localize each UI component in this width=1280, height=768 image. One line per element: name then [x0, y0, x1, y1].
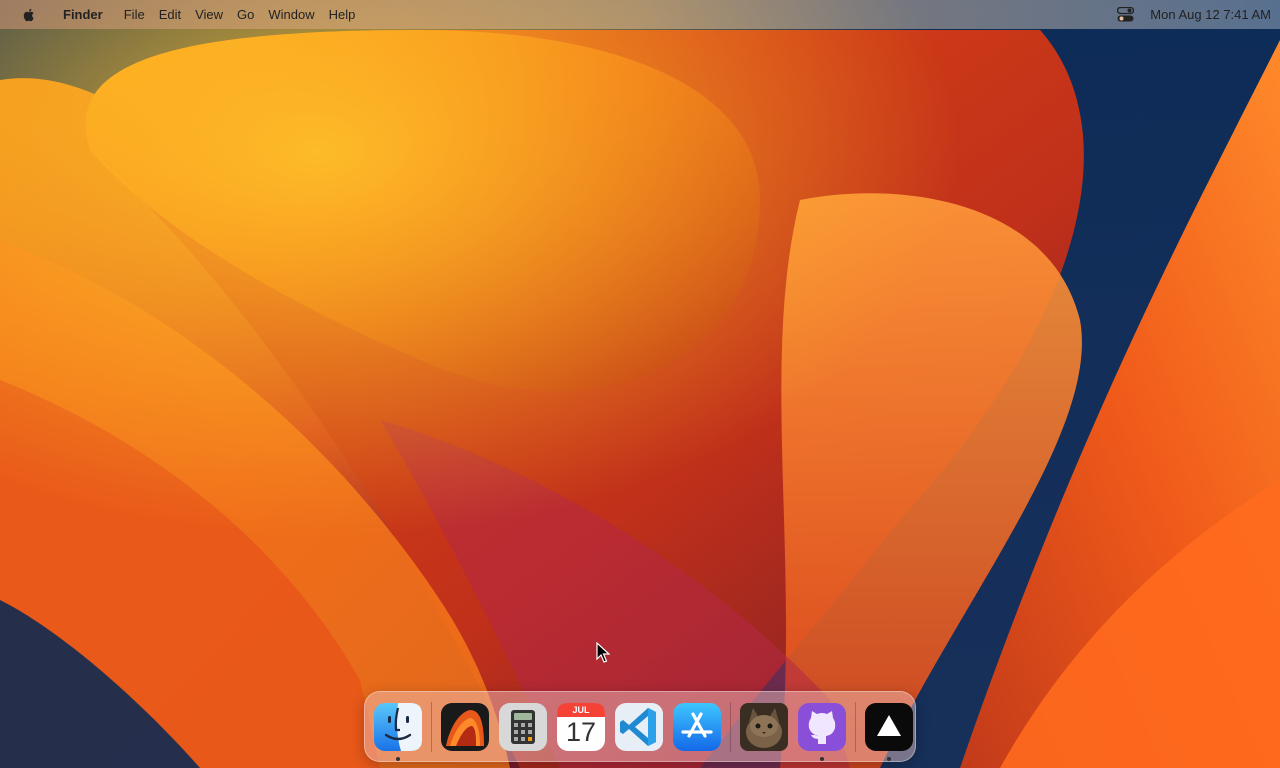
menu-view[interactable]: View — [195, 7, 223, 22]
dock: JUL 17 — [364, 691, 916, 762]
menu-bar: Finder File Edit View Go Window Help Mon… — [0, 0, 1280, 29]
dock-item-calculator[interactable] — [498, 702, 548, 752]
mouse-pointer-icon — [596, 642, 610, 663]
menu-app-name[interactable]: Finder — [63, 7, 103, 22]
dock-item-calendar[interactable]: JUL 17 — [556, 702, 606, 752]
triangle-app-icon — [865, 702, 913, 751]
dock-separator — [431, 701, 432, 752]
dock-item-triangle-app[interactable] — [864, 702, 914, 761]
calendar-month: JUL — [572, 704, 590, 715]
dock-separator — [730, 701, 731, 752]
ventura-icon — [441, 702, 489, 751]
cat-photo-icon — [740, 702, 788, 751]
dock-item-github[interactable] — [797, 702, 847, 761]
menu-help[interactable]: Help — [329, 7, 356, 22]
menu-file[interactable]: File — [124, 7, 145, 22]
calendar-day: 17 — [565, 716, 597, 747]
dock-separator — [855, 701, 856, 752]
menu-window[interactable]: Window — [268, 7, 314, 22]
github-icon — [798, 702, 846, 751]
running-indicator — [887, 756, 891, 761]
menu-bar-clock[interactable]: Mon Aug 12 7:41 AM — [1150, 7, 1271, 22]
dock-item-vscode[interactable] — [614, 702, 664, 752]
dock-item-cat-photo[interactable] — [739, 702, 789, 752]
menu-go[interactable]: Go — [237, 7, 254, 22]
finder-icon — [374, 702, 422, 751]
running-indicator — [396, 756, 400, 761]
menu-bar-status: Mon Aug 12 7:41 AM — [1117, 0, 1271, 29]
menu-edit[interactable]: Edit — [159, 7, 181, 22]
dock-item-ventura[interactable] — [440, 702, 490, 752]
desktop-wallpaper — [0, 0, 1280, 768]
calculator-icon — [499, 702, 547, 751]
vscode-icon — [615, 702, 663, 751]
running-indicator — [820, 756, 824, 761]
app-store-icon — [673, 702, 721, 751]
dock-item-app-store[interactable] — [672, 702, 722, 752]
apple-logo-icon[interactable] — [21, 7, 37, 23]
control-center-icon[interactable] — [1117, 7, 1135, 22]
dock-item-finder[interactable] — [373, 702, 423, 761]
